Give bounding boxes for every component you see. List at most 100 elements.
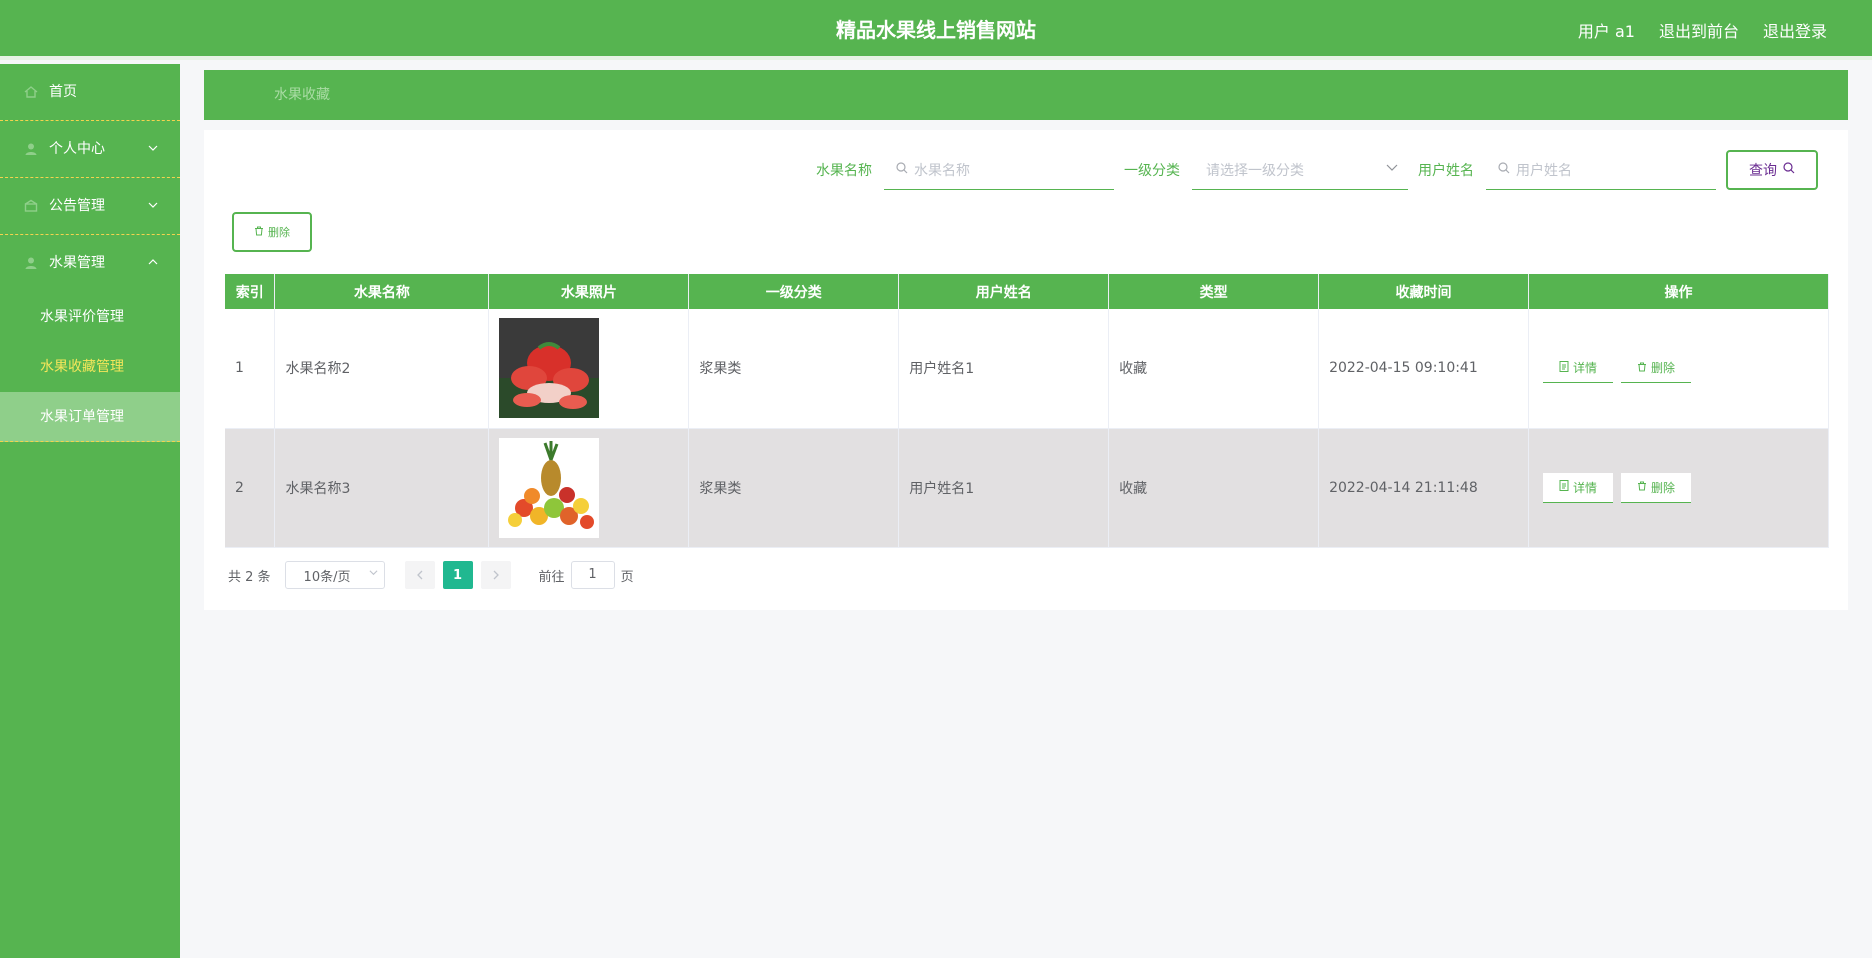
cell-index: 2 [225, 428, 276, 548]
page-suffix: 页 [620, 569, 634, 585]
fruit-name-placeholder: 水果名称 [914, 162, 970, 179]
home-icon [24, 85, 38, 99]
goto-label: 前往 [538, 569, 565, 585]
delete-label: 删除 [1650, 480, 1675, 495]
detail-button[interactable]: 详情 [1543, 472, 1613, 503]
detail-label: 详情 [1572, 361, 1597, 376]
chevron-down-icon [1386, 161, 1398, 176]
search-icon [1498, 161, 1510, 178]
main-panel: 水果名称 水果名称 一级分类 请选择一级分类 用户姓名 用户姓名 查询 删除 索… [204, 130, 1848, 610]
sidebar-item-label: 首页 [49, 84, 77, 100]
detail-label: 详情 [1572, 480, 1597, 495]
fruit-name-label: 水果名称 [816, 163, 872, 179]
search-icon [896, 161, 908, 178]
cell-actions: 详情 删除 [1528, 309, 1829, 429]
cell-type: 收藏 [1108, 428, 1320, 548]
cell-category: 浆果类 [688, 428, 900, 548]
sidebar: 首页 个人中心 公告管理 水果管理 水果评价管理 水果收藏管理 水果订单管理 [0, 64, 180, 958]
sidebar-item-label: 公告管理 [49, 198, 105, 214]
breadcrumb-current: 水果收藏 [274, 87, 330, 103]
delete-button[interactable]: 删除 [1621, 353, 1691, 384]
category-placeholder: 请选择一级分类 [1206, 162, 1304, 179]
chevron-up-icon [148, 235, 158, 292]
search-form: 水果名称 水果名称 一级分类 请选择一级分类 用户姓名 用户姓名 查询 [816, 150, 1818, 190]
user-name-input[interactable]: 用户姓名 [1486, 150, 1716, 190]
chevron-left-icon [416, 570, 423, 580]
trash-icon [1637, 361, 1647, 375]
query-button-label: 查询 [1749, 163, 1777, 179]
cell-time: 2022-04-15 09:10:41 [1318, 309, 1529, 429]
table-header-row: 索引 水果名称 水果照片 一级分类 用户姓名 类型 收藏时间 操作 [225, 274, 1829, 309]
batch-delete-label: 删除 [268, 226, 290, 239]
chevron-down-icon [369, 568, 378, 580]
user-icon [24, 142, 38, 156]
column-header: 水果名称 [274, 274, 490, 309]
page-number-button[interactable]: 1 [442, 561, 473, 589]
sidebar-item-personal-center[interactable]: 个人中心 [0, 121, 180, 178]
column-header: 类型 [1108, 274, 1320, 309]
sidebar-subitem-fruit-orders[interactable]: 水果订单管理 [0, 392, 180, 442]
batch-delete-button[interactable]: 删除 [232, 212, 312, 252]
goto-page-input[interactable]: 1 [570, 561, 615, 589]
page-size-select[interactable]: 10条/页 [284, 561, 385, 589]
fruit-photo-strawberries[interactable] [499, 318, 600, 419]
cell-fruit-name: 水果名称3 [274, 428, 490, 548]
next-page-button[interactable] [480, 561, 511, 589]
fruit-name-input[interactable]: 水果名称 [884, 150, 1114, 190]
column-header: 收藏时间 [1318, 274, 1529, 309]
column-header: 索引 [225, 274, 276, 309]
cell-index: 1 [225, 309, 276, 429]
exit-to-front-link[interactable]: 退出到前台 [1659, 18, 1739, 42]
user-icon [24, 256, 38, 270]
delete-button[interactable]: 删除 [1621, 472, 1691, 503]
sidebar-subitem-fruit-review[interactable]: 水果评价管理 [0, 292, 180, 342]
sidebar-item-home[interactable]: 首页 [0, 64, 180, 121]
cell-user: 用户姓名1 [898, 309, 1110, 429]
cell-category: 浆果类 [688, 309, 900, 429]
column-header: 操作 [1528, 274, 1829, 309]
search-icon [1783, 162, 1795, 178]
column-header: 用户姓名 [898, 274, 1110, 309]
header-actions: 用户 a1 退出到前台 退出登录 [1578, 0, 1827, 60]
total-count: 共 2 条 [228, 569, 271, 585]
trash-icon [1637, 480, 1647, 494]
table-row: 1 水果名称2 浆果类 用户姓名1 收藏 2022-04-15 09:10:41… [225, 309, 1829, 429]
trash-icon [254, 226, 264, 239]
column-header: 水果照片 [488, 274, 690, 309]
pagination: 共 2 条 10条/页 1 前往 1 页 [228, 561, 634, 589]
cell-user: 用户姓名1 [898, 428, 1110, 548]
chevron-down-icon [148, 178, 158, 235]
document-icon [1559, 480, 1569, 494]
cell-type: 收藏 [1108, 309, 1320, 429]
page-size-value: 10条/页 [303, 569, 351, 585]
cell-fruit-name: 水果名称2 [274, 309, 490, 429]
cell-photo [488, 309, 690, 429]
detail-button[interactable]: 详情 [1543, 353, 1613, 384]
top-header: 精品水果线上销售网站 用户 a1 退出到前台 退出登录 [0, 0, 1872, 60]
user-name-placeholder: 用户姓名 [1516, 162, 1572, 179]
fruit-submenu: 水果评价管理 水果收藏管理 水果订单管理 [0, 292, 180, 442]
cell-photo [488, 428, 690, 548]
column-header: 一级分类 [688, 274, 900, 309]
current-user[interactable]: 用户 a1 [1578, 18, 1635, 42]
prev-page-button[interactable] [404, 561, 435, 589]
sidebar-item-label: 水果管理 [49, 255, 105, 271]
chevron-right-icon [493, 570, 499, 580]
delete-label: 删除 [1650, 361, 1675, 376]
user-name-label: 用户姓名 [1418, 163, 1474, 179]
category-label: 一级分类 [1124, 163, 1180, 179]
notice-icon [24, 199, 38, 213]
sidebar-item-label: 个人中心 [49, 141, 105, 157]
favorites-table: 索引 水果名称 水果照片 一级分类 用户姓名 类型 收藏时间 操作 1 水果名称… [225, 274, 1829, 548]
query-button[interactable]: 查询 [1726, 150, 1818, 190]
sidebar-subitem-fruit-favorites[interactable]: 水果收藏管理 [0, 342, 180, 392]
breadcrumb: 水果收藏 [204, 70, 1848, 120]
cell-time: 2022-04-14 21:11:48 [1318, 428, 1529, 548]
category-select[interactable]: 请选择一级分类 [1192, 150, 1408, 190]
chevron-down-icon [148, 121, 158, 178]
sidebar-item-notice-management[interactable]: 公告管理 [0, 178, 180, 235]
table-row: 2 水果名称3 浆果类 用户姓名1 收藏 2022-04-14 21:11:48… [225, 428, 1829, 548]
fruit-photo-mixed-fruit[interactable] [499, 437, 600, 538]
logout-link[interactable]: 退出登录 [1763, 18, 1827, 42]
sidebar-item-fruit-management[interactable]: 水果管理 [0, 235, 180, 292]
